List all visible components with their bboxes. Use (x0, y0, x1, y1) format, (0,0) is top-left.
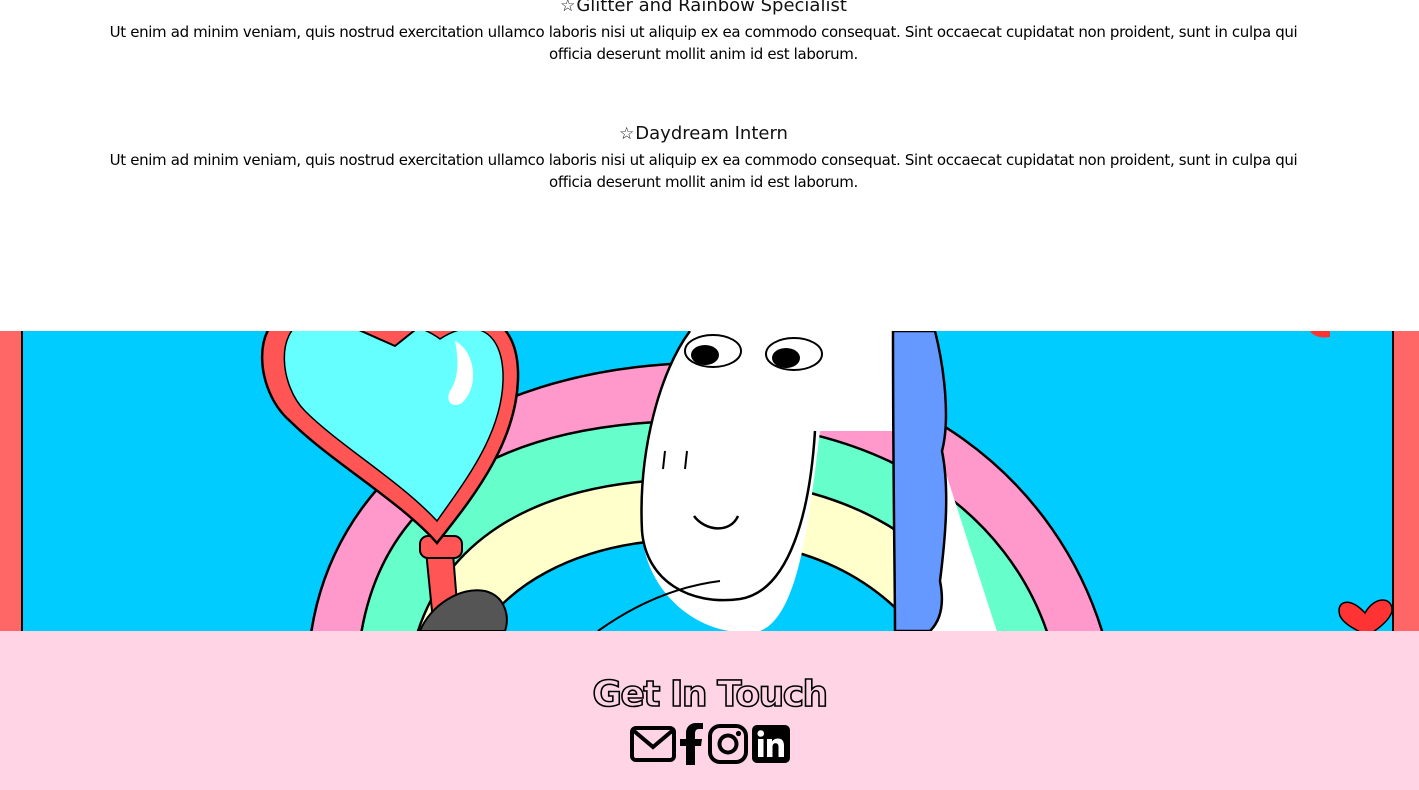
job-title: ☆Glitter and Rainbow Specialist (100, 0, 1307, 18)
facebook-link[interactable] (679, 723, 704, 765)
experience-section: ☆Glitter and Rainbow Specialist Ut enim … (0, 0, 1419, 331)
social-links (0, 723, 1419, 765)
frame-border-right (1393, 331, 1419, 631)
star-icon: ☆ (619, 124, 635, 144)
job-description: Ut enim ad minim veniam, quis nostrud ex… (109, 23, 1298, 63)
facebook-icon (679, 723, 703, 765)
linkedin-link[interactable] (751, 725, 790, 763)
envelope-icon (629, 726, 676, 762)
contact-footer: Get In Touch (0, 631, 1419, 790)
email-link[interactable] (629, 725, 676, 763)
job-description: Ut enim ad minim veniam, quis nostrud ex… (109, 151, 1298, 191)
star-icon: ☆ (560, 0, 576, 16)
page: ☆Glitter and Rainbow Specialist Ut enim … (0, 0, 1419, 790)
unicorn-mane (891, 331, 948, 631)
job-entry: ☆Daydream Intern Ut enim ad minim veniam… (100, 122, 1307, 193)
instagram-link[interactable] (707, 724, 748, 764)
instagram-icon (707, 724, 748, 764)
job-title: ☆Daydream Intern (619, 123, 788, 144)
job-entry: ☆Glitter and Rainbow Specialist Ut enim … (100, 0, 1307, 65)
linkedin-icon (751, 725, 790, 763)
frame-border-left (0, 331, 22, 631)
footer-title: Get In Touch (592, 673, 829, 716)
unicorn-illustration (0, 331, 1419, 631)
